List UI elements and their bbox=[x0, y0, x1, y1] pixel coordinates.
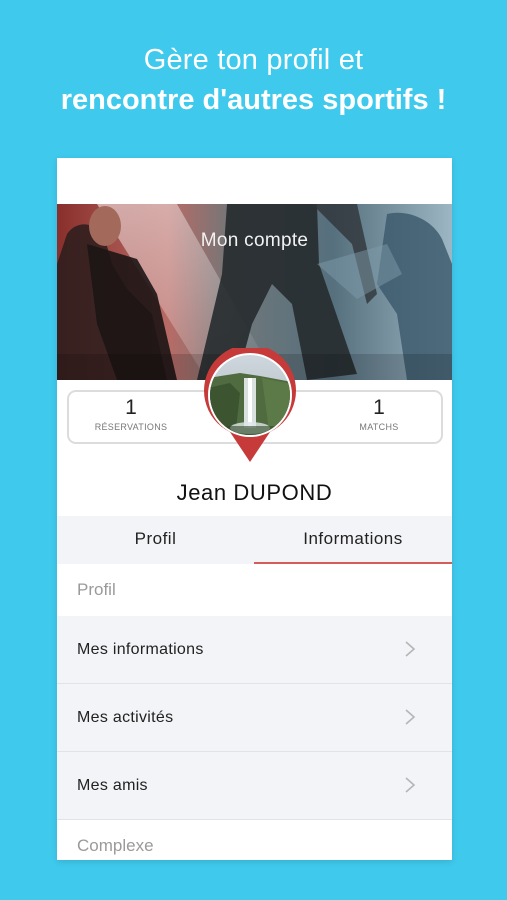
map-pin-avatar-icon bbox=[204, 348, 296, 462]
section-header-profil: Profil bbox=[57, 564, 452, 616]
menu-item-mes-informations[interactable]: Mes informations bbox=[57, 616, 452, 684]
menu-item-label: Mes amis bbox=[77, 777, 148, 794]
menu-item-mes-activites[interactable]: Mes activités bbox=[57, 684, 452, 752]
profile-tabs: Profil Informations bbox=[57, 516, 452, 564]
menu-item-label: Mes informations bbox=[77, 641, 204, 658]
chevron-right-icon bbox=[405, 709, 416, 725]
avatar[interactable] bbox=[200, 348, 300, 464]
matchs-label: MATCHS bbox=[359, 422, 399, 432]
headline-line-2: rencontre d'autres sportifs ! bbox=[60, 84, 447, 116]
menu-item-label: Mes activités bbox=[77, 709, 174, 726]
matchs-stat[interactable]: 1 MATCHS bbox=[319, 395, 439, 432]
hero-title: Mon compte bbox=[200, 230, 309, 251]
headline-line-1: Gère ton profil et bbox=[143, 44, 364, 76]
reservations-stat[interactable]: 1 RÉSERVATIONS bbox=[71, 395, 191, 432]
section-header-complexe: Complexe bbox=[57, 820, 452, 860]
reservations-count: 1 bbox=[125, 396, 137, 419]
phone-screen: Mon compte 1 RÉSERVATIONS 1 MATCHS Jean … bbox=[57, 158, 452, 860]
menu-item-mes-amis[interactable]: Mes amis bbox=[57, 752, 452, 820]
tab-profil[interactable]: Profil bbox=[57, 516, 254, 562]
matchs-count: 1 bbox=[373, 396, 385, 419]
user-name: Jean DUPOND bbox=[176, 480, 333, 505]
chevron-right-icon bbox=[405, 777, 416, 793]
app-top-bar bbox=[57, 158, 452, 204]
chevron-right-icon bbox=[405, 641, 416, 657]
reservations-label: RÉSERVATIONS bbox=[94, 422, 168, 432]
tab-informations[interactable]: Informations bbox=[254, 516, 452, 564]
